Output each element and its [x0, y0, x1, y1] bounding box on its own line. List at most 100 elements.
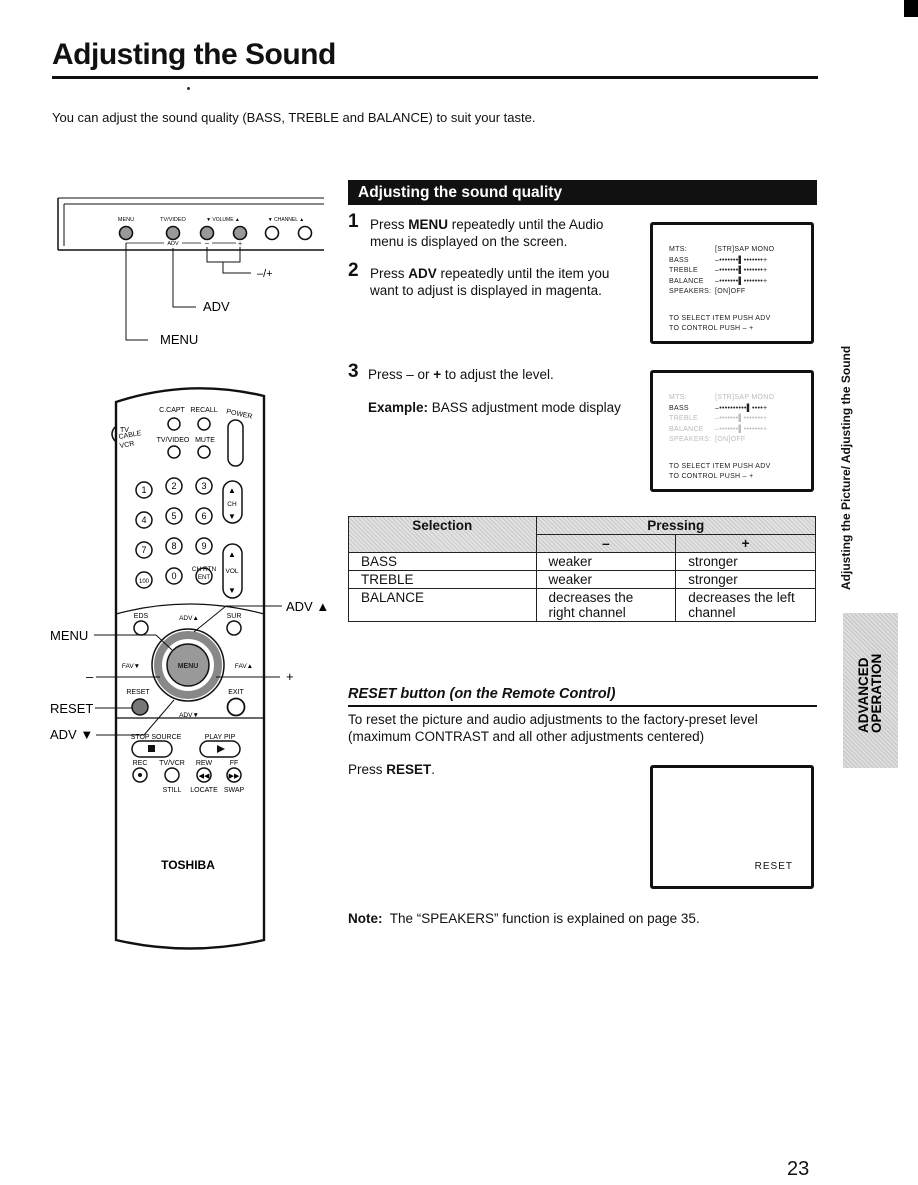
reset-rule [348, 705, 817, 707]
menu-center-label: MENU [178, 663, 199, 670]
rec-icon [138, 773, 142, 777]
sur-label: SUR [227, 613, 242, 620]
table-row: TREBLE weaker stronger [348, 570, 816, 589]
digit-label: 4 [141, 515, 146, 525]
running-section-title: Adjusting the Picture/ Adjusting the Sou… [839, 345, 853, 590]
callout-adv-up: ADV ▲ [286, 599, 329, 614]
step-keyword: MENU [408, 217, 449, 232]
osd-label: BALANCE [669, 425, 704, 433]
osd-value: –••••••••••▌••••+ [715, 404, 768, 412]
osd-label: MTS: [669, 394, 687, 401]
stop-icon [148, 745, 155, 752]
osd-value: –•••••••▌•••••••+ [715, 415, 768, 422]
reset-instruction: Press RESET. [348, 761, 435, 778]
osd-value: [ON]OFF [715, 288, 746, 295]
header-plus: + [675, 534, 816, 553]
reset-instruction-end: . [431, 762, 436, 777]
callout-minus: – [86, 669, 94, 684]
tv-menu-button[interactable] [118, 225, 134, 241]
osd-row-speakers: SPEAKERS: [ON]OFF [669, 435, 811, 446]
tv-volume-down-button[interactable] [199, 225, 215, 241]
vol-label: VOL [225, 568, 238, 575]
tvvideo-label: TV/VIDEO [157, 437, 190, 444]
osd-row-balance: BALANCE –•••••••▌•••••••+ [669, 277, 811, 288]
example-caption: Example: BASS adjustment mode display [368, 399, 638, 416]
tv-channel-down-button[interactable] [264, 225, 280, 241]
digit-label: 5 [171, 511, 176, 521]
tvvcr-label: TV/VCR [159, 760, 185, 767]
tv-channel-up-button[interactable] [297, 225, 313, 241]
reset-label: RESET [126, 689, 150, 696]
digit-label: 0 [171, 571, 176, 581]
digit-label: 2 [171, 481, 176, 491]
cell-selection: BALANCE [348, 588, 537, 622]
mute-button[interactable] [197, 445, 211, 459]
osd-hint-control: TO CONTROL PUSH – + [669, 473, 754, 480]
cell-minus: weaker [535, 570, 677, 589]
step-1: 1 Press MENU repeatedly until the Audio … [348, 212, 630, 250]
exit-label: EXIT [228, 689, 244, 696]
osd-row-bass: BASS –•••••••▌•••••••+ [669, 256, 811, 267]
tv-channel-label: ▼ CHANNEL ▲ [268, 217, 304, 223]
step-text: to adjust the level. [441, 367, 554, 382]
ff-label: FF [230, 760, 239, 767]
digit-label: 6 [201, 511, 206, 521]
eds-button[interactable] [133, 620, 149, 636]
osd-value: –•••••••▌•••••••+ [715, 256, 768, 264]
fast-forward-icon: ▶▶ [229, 773, 240, 780]
osd-value: –•••••••▌•••••••+ [715, 277, 768, 285]
selection-table: Selection Pressing – + BASS weaker stron… [348, 516, 816, 622]
bass-adjust-osd: MTS: [STR]SAP MONO BASS –••••••••••▌••••+ … [669, 393, 811, 483]
note: Note: The “SPEAKERS” function is explain… [348, 910, 700, 927]
power-button[interactable] [227, 419, 244, 467]
osd-value: [STR]SAP MONO [715, 246, 775, 253]
osd-label: TREBLE [669, 267, 699, 274]
osd-row-balance: BALANCE –•••••••▌•••••••+ [669, 425, 811, 436]
ccapt-button[interactable] [167, 417, 181, 431]
play-pip-label: PLAY PIP [205, 734, 236, 741]
osd-label: BASS [669, 404, 689, 412]
osd-row-speakers: SPEAKERS: [ON]OFF [669, 287, 811, 298]
tvvideo-button[interactable] [167, 445, 181, 459]
osd-hint-control: TO CONTROL PUSH – + [669, 325, 754, 332]
cell-selection: BASS [348, 552, 537, 571]
osd-label: MTS: [669, 246, 687, 253]
sur-button[interactable] [226, 620, 242, 636]
step-text: Press [370, 266, 409, 281]
recall-button[interactable] [197, 417, 211, 431]
tv-menu-label: MENU [118, 217, 134, 223]
title-rule [52, 76, 818, 79]
tv-tvvideo-button[interactable] [165, 225, 181, 241]
cell-selection: TREBLE [348, 570, 537, 589]
tv-callout-menu: MENU [160, 332, 198, 347]
ccapt-label: C.CAPT [159, 407, 185, 414]
example-label: Example: [368, 400, 429, 415]
vol-down-icon: ▼ [228, 586, 236, 595]
cell-minus: weaker [535, 552, 677, 571]
step-number: 2 [348, 260, 359, 281]
digit-label: 9 [201, 541, 206, 551]
note-text: The “SPEAKERS” function is explained on … [382, 911, 700, 926]
swap-label: SWAP [224, 787, 245, 794]
ch-label: CH [227, 501, 237, 508]
adv-up-label: ADV▲ [179, 615, 199, 622]
tv-volume-up-button[interactable] [232, 225, 248, 241]
table-row: BALANCE decreases the right channel decr… [348, 588, 816, 622]
section-tab-label: ADVANCED OPERATION [856, 654, 884, 733]
vol-up-icon: ▲ [228, 550, 236, 559]
reset-button[interactable] [131, 698, 149, 716]
exit-button[interactable] [226, 697, 246, 717]
corner-registration-mark [904, 0, 918, 17]
audio-menu-osd: MTS: [STR]SAP MONO BASS –•••••••▌•••••••+ … [669, 245, 811, 335]
tvvcr-button[interactable] [164, 767, 180, 783]
reset-screen: RESET [650, 765, 814, 889]
tv-minus-sublabel: – [205, 240, 209, 247]
table-header-row: Selection Pressing [348, 516, 816, 553]
rec-label: REC [133, 760, 148, 767]
note-label: Note: [348, 911, 383, 926]
reset-keyword: RESET [386, 762, 432, 777]
header-pressing: Pressing [535, 516, 816, 535]
reset-description: To reset the picture and audio adjustmen… [348, 712, 758, 744]
osd-label: TREBLE [669, 415, 699, 422]
chrtn-label: CH RTN [192, 566, 217, 573]
